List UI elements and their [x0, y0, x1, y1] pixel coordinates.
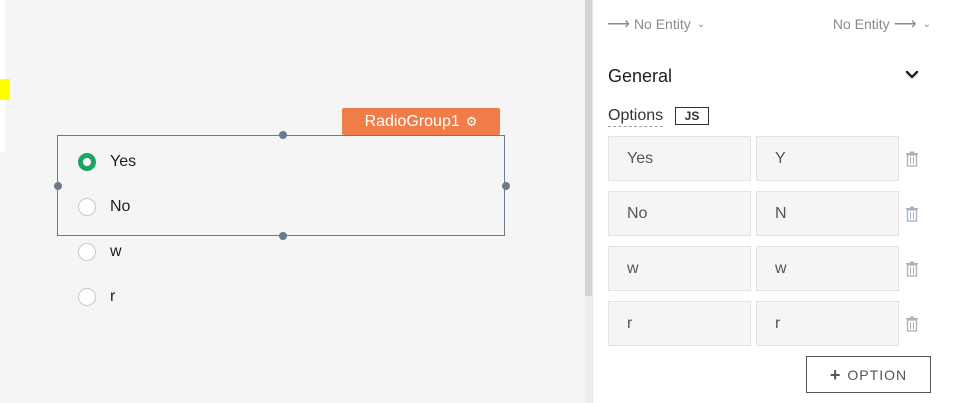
resize-handle-bottom[interactable]: [279, 232, 287, 240]
widget-name-tag[interactable]: RadioGroup1 ⚙: [342, 108, 500, 135]
entity-selector-right[interactable]: No Entity ⟶ ⌄: [833, 14, 931, 34]
entity-left-label: No Entity: [633, 16, 691, 32]
radio-button[interactable]: [78, 243, 96, 261]
chevron-down-icon: ⌄: [922, 18, 931, 30]
section-title-general[interactable]: General: [608, 66, 672, 87]
widget-name: RadioGroup1: [364, 112, 460, 130]
trash-icon[interactable]: [905, 151, 919, 167]
add-option-button[interactable]: + OPTION: [806, 356, 931, 393]
chevron-down-icon: ⌄: [696, 18, 706, 30]
gear-icon[interactable]: ⚙: [466, 115, 478, 128]
resize-handle-top[interactable]: [279, 131, 287, 139]
radio-label: w: [110, 243, 122, 260]
resize-handle-right[interactable]: [502, 182, 510, 190]
radio-option-w[interactable]: w: [78, 241, 122, 263]
radio-option-r[interactable]: r: [78, 286, 115, 308]
trash-icon[interactable]: [905, 261, 919, 277]
option-label-input[interactable]: [608, 136, 751, 181]
radio-button[interactable]: [78, 288, 96, 306]
option-value-input[interactable]: [756, 191, 899, 236]
radio-label: Yes: [110, 153, 137, 170]
radio-button[interactable]: [78, 198, 96, 216]
highlight-marker: [0, 79, 10, 100]
property-panel: ⟶ No Entity ⌄ No Entity ⟶ ⌄ General Opti…: [593, 0, 953, 403]
option-value-input[interactable]: [756, 136, 899, 181]
entity-right-label: No Entity: [832, 16, 890, 32]
entity-selector-left[interactable]: ⟶ No Entity ⌄: [607, 14, 705, 34]
trash-icon[interactable]: [905, 316, 919, 332]
splitter-track: [585, 296, 592, 403]
trash-icon[interactable]: [905, 206, 919, 222]
arrow-right-icon: ⟶: [607, 16, 630, 33]
arrow-right-icon: ⟶: [893, 16, 917, 33]
add-option-label: OPTION: [847, 366, 908, 383]
option-value-input[interactable]: [756, 246, 899, 291]
plus-icon: +: [829, 364, 842, 385]
panel-resize-splitter[interactable]: [585, 0, 592, 296]
option-label-input[interactable]: [608, 191, 751, 236]
radio-option-yes[interactable]: Yes: [78, 151, 136, 173]
resize-handle-left[interactable]: [54, 182, 62, 190]
option-label-input[interactable]: [608, 301, 751, 346]
chevron-down-icon[interactable]: [904, 67, 920, 83]
option-value-input[interactable]: [756, 301, 899, 346]
canvas-edge-strip: [0, 0, 5, 152]
radio-label: No: [110, 198, 131, 215]
options-label: Options: [608, 107, 664, 127]
radio-button-checked[interactable]: [78, 153, 96, 171]
option-label-input[interactable]: [608, 246, 751, 291]
editor-canvas[interactable]: RadioGroup1 ⚙ Yes No w r: [0, 0, 585, 403]
radio-label: r: [110, 288, 116, 305]
js-toggle-button[interactable]: JS: [675, 107, 709, 125]
radio-option-no[interactable]: No: [78, 196, 130, 218]
